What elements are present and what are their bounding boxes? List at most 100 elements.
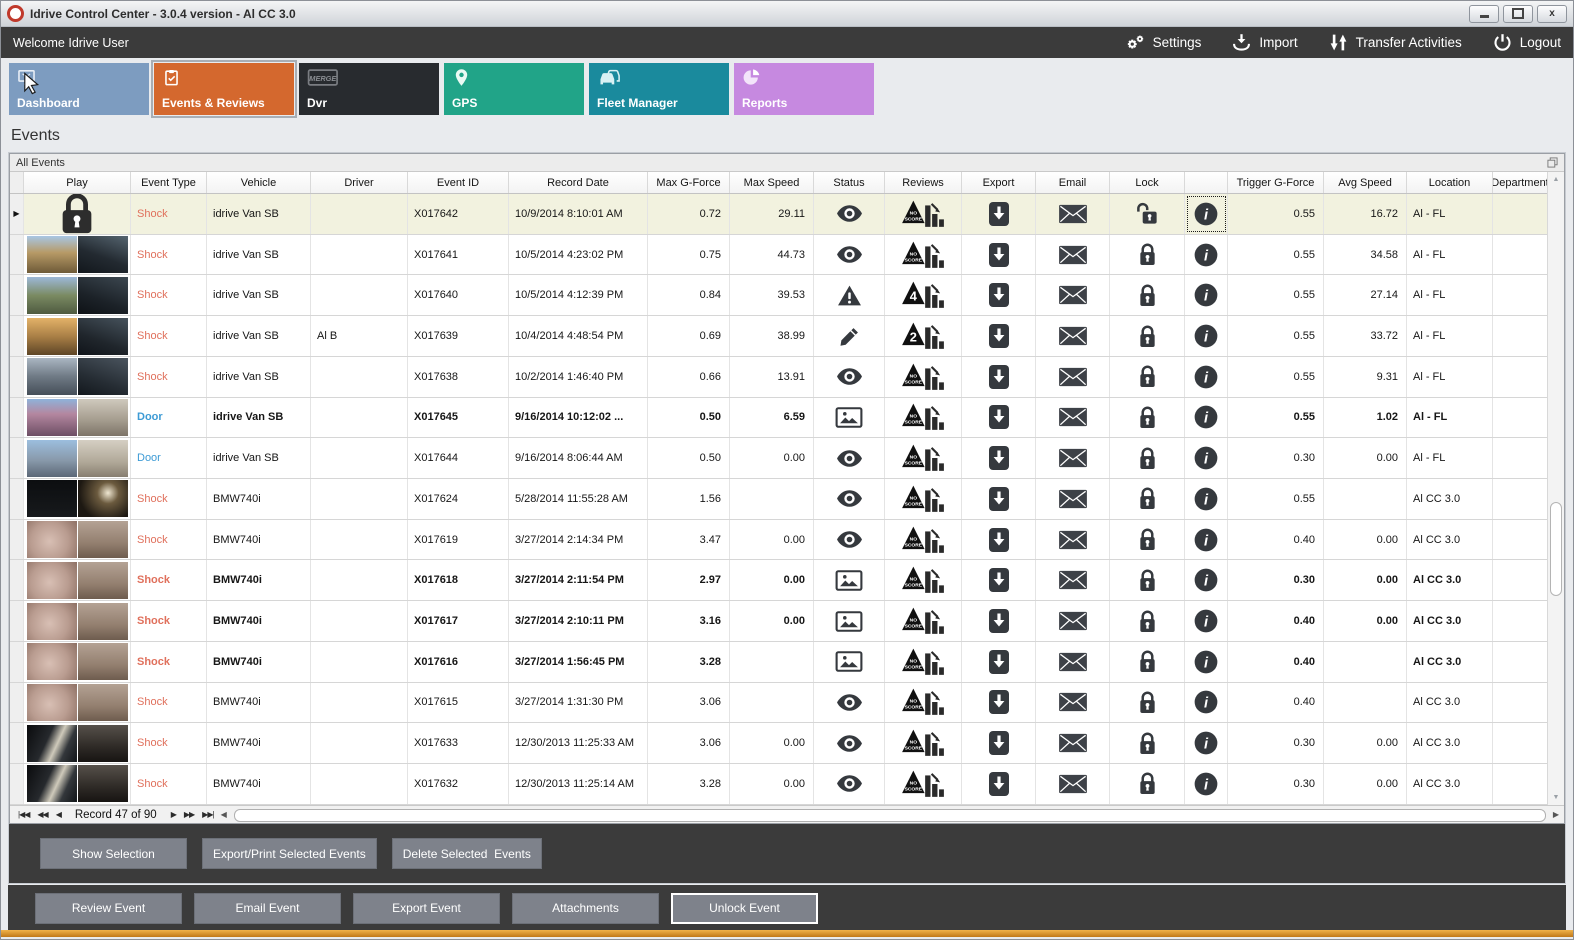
lock_icon-cell[interactable] [1110,764,1185,804]
info_icon-cell[interactable]: i [1185,641,1228,682]
lock_icon-cell[interactable] [1110,397,1185,438]
export_icon-cell[interactable] [962,316,1036,356]
review_icon-cell[interactable]: NO SCORE [885,234,962,275]
play-cell[interactable] [24,479,131,519]
minimize-button[interactable] [1469,4,1499,23]
play-cell[interactable] [24,397,131,438]
column-header-info_icon[interactable] [1185,172,1228,193]
review_icon-cell[interactable]: NO SCORE [885,519,962,560]
lock_icon-cell[interactable] [1110,356,1185,397]
scroll-left-button[interactable]: ◀ [221,810,227,819]
export_icon-cell[interactable] [962,356,1036,397]
unlock-event-button[interactable]: Unlock Event [671,892,818,924]
status_icon-cell[interactable] [814,601,885,641]
info_icon-cell[interactable]: i [1185,316,1228,356]
play-cell[interactable] [24,682,131,723]
email_icon-cell[interactable] [1036,764,1110,804]
review_icon-cell[interactable]: NO SCORE [885,601,962,641]
info_icon-cell[interactable]: i [1185,194,1228,234]
column-header-status_icon[interactable]: Status [814,172,885,193]
email_icon-cell[interactable] [1036,316,1110,356]
status_icon-cell[interactable] [814,519,885,560]
export_icon-cell[interactable] [962,723,1036,764]
export_icon-cell[interactable] [962,479,1036,519]
lock_icon-cell[interactable] [1110,641,1185,682]
toolbar-item-transfer-activities[interactable]: Transfer Activities [1328,32,1462,53]
play-cell[interactable] [24,723,131,764]
table-row[interactable]: ▶ Shock idrive Van SB X017642 10/9/2014 8:10… [10,194,1547,235]
table-row[interactable]: Shock BMW740i X017624 5/28/2014 11:55:28 AM… [10,479,1547,520]
vertical-scrollbar[interactable]: ▲ ▼ [1547,172,1564,805]
review_icon-cell[interactable]: NO SCORE [885,764,962,804]
status_icon-cell[interactable] [814,479,885,519]
pager-first-button[interactable]: |◀◀ [14,810,33,819]
lock_icon-cell[interactable] [1110,234,1185,275]
play-cell[interactable] [24,234,131,275]
panel-layout-icon[interactable] [1547,157,1558,168]
status_icon-cell[interactable] [814,764,885,804]
table-row[interactable]: Shock BMW740i X017617 3/27/2014 2:10:11 PM 3… [10,601,1547,642]
column-header-event_type[interactable]: Event Type [131,172,207,193]
column-header-vehicle[interactable]: Vehicle [207,172,311,193]
status_icon-cell[interactable] [814,356,885,397]
review_icon-cell[interactable]: NO SCORE [885,723,962,764]
pager-next-button[interactable]: ▶ [167,810,180,819]
info_icon-cell[interactable]: i [1185,356,1228,397]
column-header-export_icon[interactable]: Export [962,172,1036,193]
pager-next-page-button[interactable]: ▶▶ [180,810,198,819]
lock_icon-cell[interactable] [1110,560,1185,601]
email_icon-cell[interactable] [1036,641,1110,682]
table-row[interactable]: Shock idrive Van SB Al B X017639 10/4/2014 4… [10,316,1547,357]
lock_icon-cell[interactable] [1110,723,1185,764]
export_icon-cell[interactable] [962,519,1036,560]
column-header-driver[interactable]: Driver [311,172,408,193]
export_icon-cell[interactable] [962,438,1036,479]
scroll-right-button[interactable]: ▶ [1553,810,1559,819]
export_icon-cell[interactable] [962,275,1036,316]
export_icon-cell[interactable] [962,397,1036,438]
column-header-avg_speed[interactable]: Avg Speed [1324,172,1407,193]
column-header-department[interactable]: Department [1493,172,1547,193]
column-header-event_id[interactable]: Event ID [408,172,509,193]
email_icon-cell[interactable] [1036,479,1110,519]
play-cell[interactable] [24,601,131,641]
email_icon-cell[interactable] [1036,601,1110,641]
review_icon-cell[interactable]: NO SCORE [885,560,962,601]
review_icon-cell[interactable]: NO SCORE [885,397,962,438]
review_icon-cell[interactable]: NO SCORE [885,479,962,519]
email_icon-cell[interactable] [1036,356,1110,397]
status_icon-cell[interactable] [814,438,885,479]
play-cell[interactable] [24,356,131,397]
play-cell[interactable] [24,316,131,356]
nav-tile-dvr[interactable]: MERGE Dvr [299,63,439,115]
play-cell[interactable] [24,194,131,234]
review_icon-cell[interactable]: NO SCORE [885,194,962,234]
email_icon-cell[interactable] [1036,560,1110,601]
table-row[interactable]: Shock BMW740i X017633 12/30/2013 11:25:33 A… [10,723,1547,765]
lock_icon-cell[interactable] [1110,194,1185,234]
column-header-location[interactable]: Location [1407,172,1493,193]
lock_icon-cell[interactable] [1110,601,1185,641]
lock_icon-cell[interactable] [1110,438,1185,479]
status_icon-cell[interactable] [814,560,885,601]
play-cell[interactable] [24,764,131,804]
pager-prev-button[interactable]: ◀ [52,810,65,819]
export_icon-cell[interactable] [962,764,1036,804]
table-row[interactable]: Shock BMW740i X017632 12/30/2013 11:25:14 A… [10,764,1547,805]
scroll-up-button[interactable]: ▲ [1548,172,1564,187]
status_icon-cell[interactable] [814,682,885,723]
review-event-button[interactable]: Review Event [35,892,182,924]
export_icon-cell[interactable] [962,194,1036,234]
email_icon-cell[interactable] [1036,234,1110,275]
table-row[interactable]: Shock BMW740i X017619 3/27/2014 2:14:34 PM 3… [10,519,1547,561]
status_icon-cell[interactable] [814,234,885,275]
table-row[interactable]: Shock idrive Van SB X017638 10/2/2014 1:46:… [10,356,1547,398]
table-row[interactable]: Shock idrive Van SB X017640 10/5/2014 4:12:… [10,275,1547,317]
review_icon-cell[interactable]: NO SCORE [885,682,962,723]
status_icon-cell[interactable] [814,641,885,682]
info_icon-cell[interactable]: i [1185,275,1228,316]
info_icon-cell[interactable]: i [1185,682,1228,723]
delete-selected-events-button[interactable]: Delete Selected Events [391,838,542,869]
review_icon-cell[interactable]: NO SCORE [885,356,962,397]
table-row[interactable]: Shock idrive Van SB X017641 10/5/2014 4:23:… [10,234,1547,276]
